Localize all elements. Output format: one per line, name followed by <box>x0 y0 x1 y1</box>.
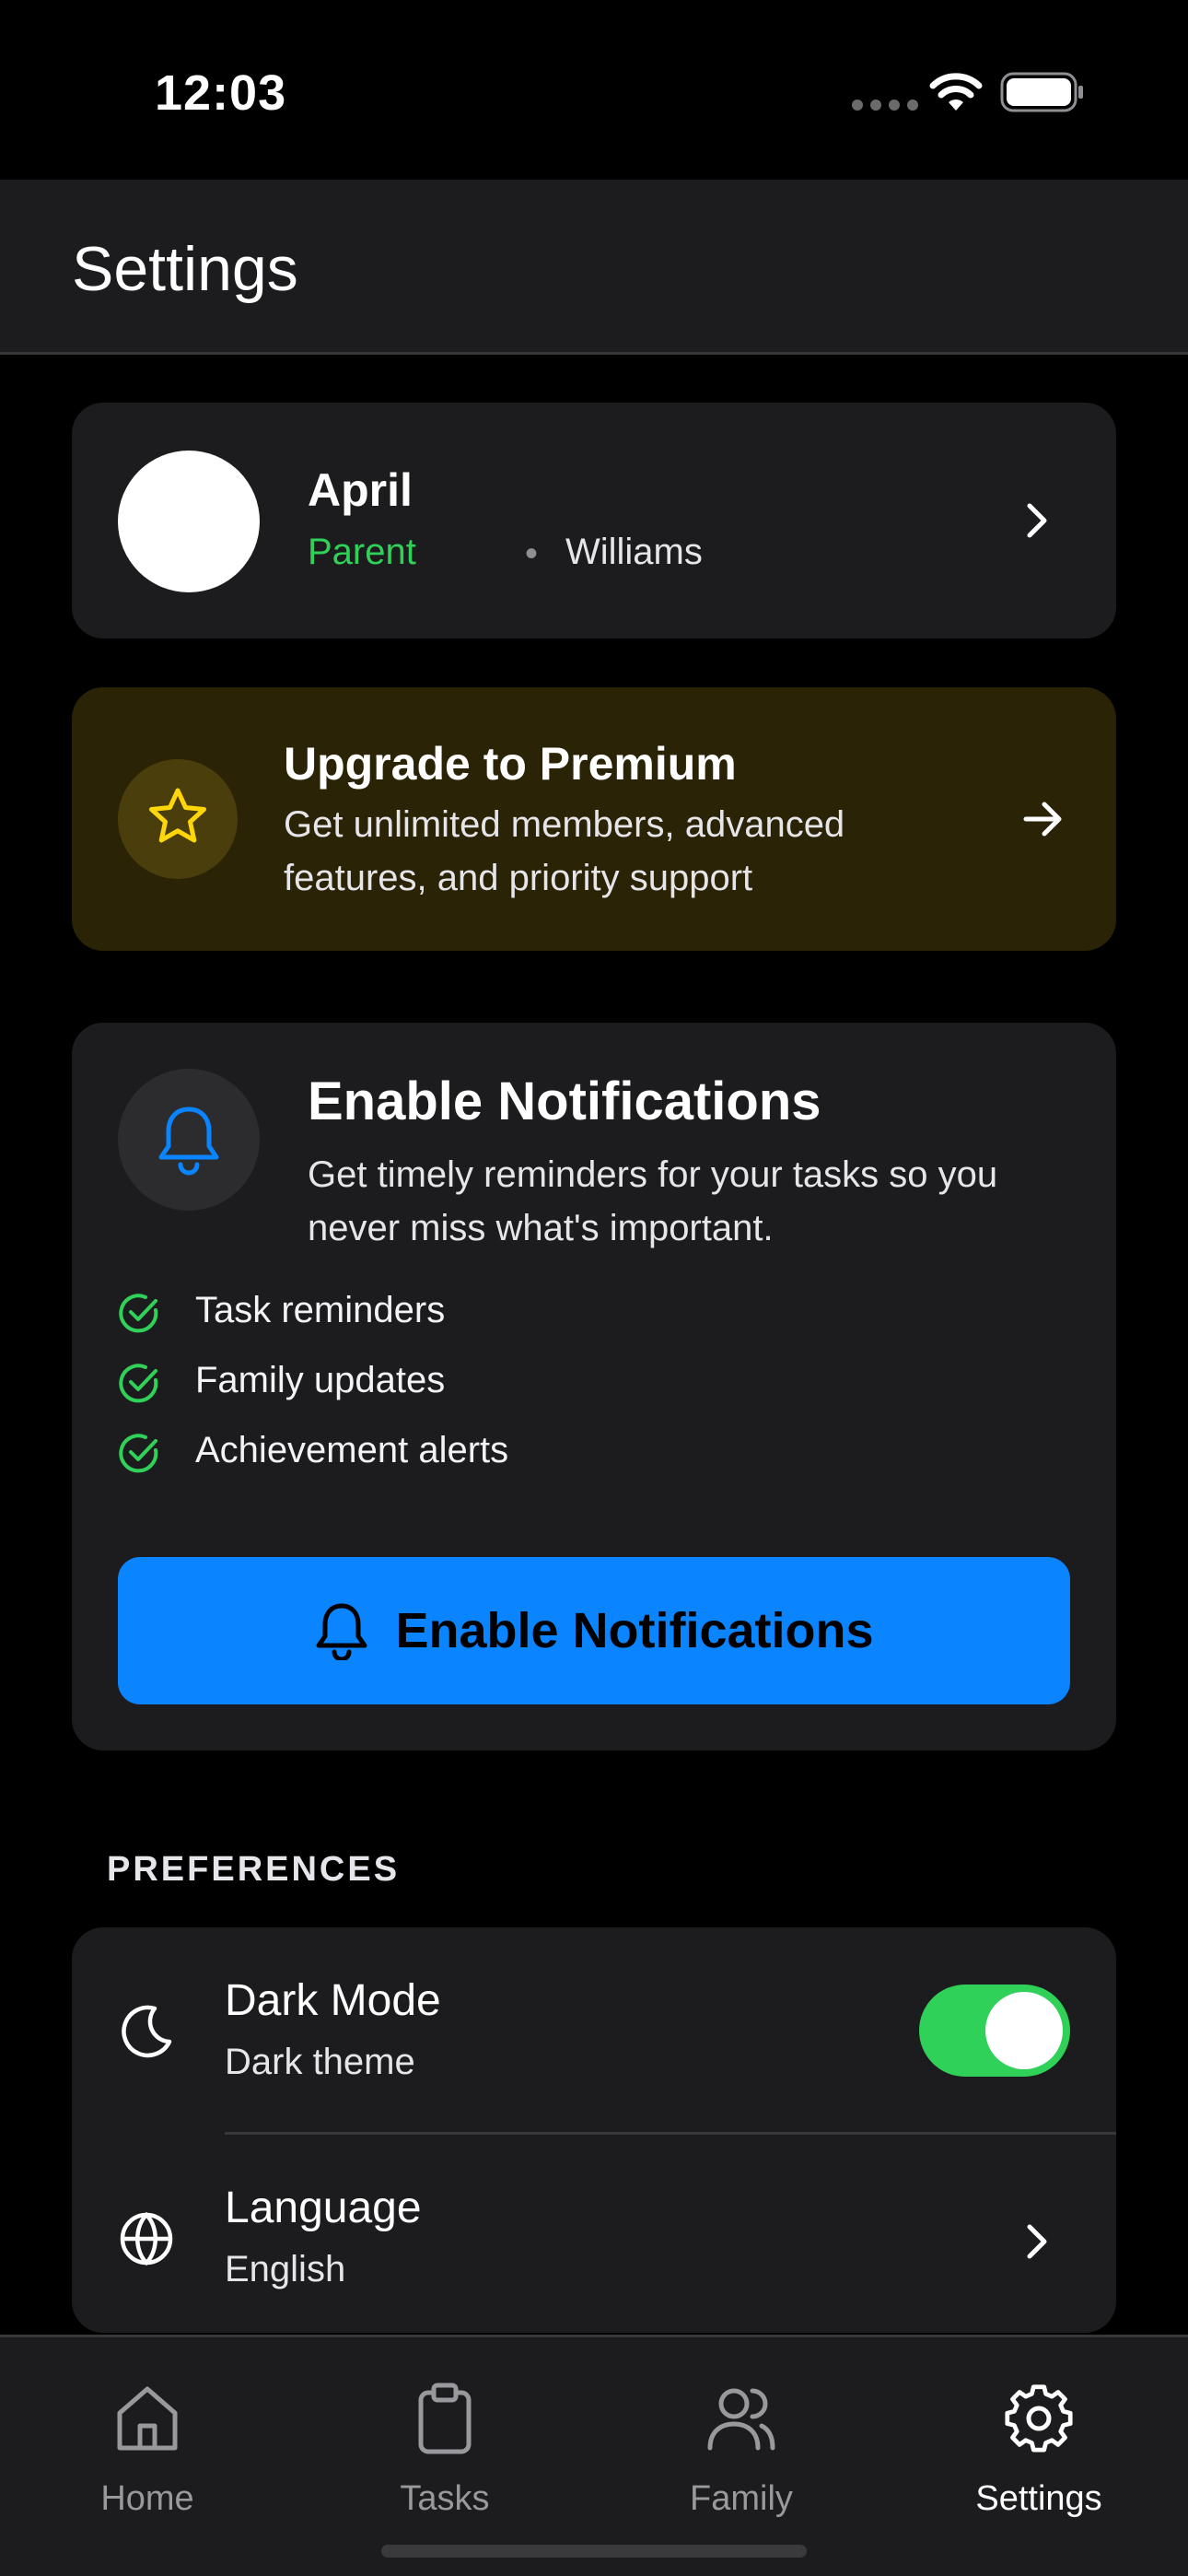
chevron-right-icon <box>1027 2224 1047 2259</box>
profile-family-name: Williams <box>565 532 703 572</box>
profile-card[interactable]: April Parent • Williams <box>72 403 1116 638</box>
dark-mode-subtitle: Dark theme <box>225 2042 415 2082</box>
enable-notifications-card: Enable Notifications Get timely reminder… <box>72 1023 1116 1751</box>
nav-header: Settings <box>0 180 1188 355</box>
users-icon <box>707 2388 775 2451</box>
tab-label: Tasks <box>400 2479 490 2518</box>
globe-icon <box>120 2211 173 2266</box>
battery-icon <box>1000 72 1083 112</box>
wifi-icon <box>929 73 983 111</box>
home-icon <box>117 2386 178 2451</box>
cellular-signal-icon <box>852 100 918 111</box>
preferences-card: Dark Mode Dark theme Language English <box>72 1927 1116 2333</box>
bell-icon <box>316 1603 367 1660</box>
language-title: Language <box>225 2184 422 2232</box>
enable-notifications-label: Enable Notifications <box>395 1603 874 1658</box>
feature-label: Family updates <box>195 1360 446 1400</box>
feature-label: Achievement alerts <box>195 1430 509 1470</box>
check-circle-icon <box>119 1364 158 1403</box>
check-circle-icon <box>119 1294 158 1333</box>
dark-mode-toggle[interactable] <box>919 1985 1070 2077</box>
language-row[interactable]: Language English <box>72 2135 1116 2341</box>
tab-settings[interactable]: Settings <box>928 2382 1149 2518</box>
dark-mode-row[interactable]: Dark Mode Dark theme <box>72 1927 1116 2135</box>
dark-mode-title: Dark Mode <box>225 1976 441 2025</box>
bell-icon <box>158 1107 219 1176</box>
feature-label: Task reminders <box>195 1290 446 1330</box>
language-subtitle: English <box>225 2249 346 2289</box>
arrow-right-icon <box>1023 802 1062 837</box>
notification-badge <box>118 1069 260 1211</box>
profile-name: April <box>308 464 413 516</box>
chevron-right-icon <box>1027 503 1047 538</box>
premium-description: Get unlimited members, advanced features… <box>284 804 845 898</box>
tab-label: Family <box>690 2479 793 2518</box>
star-icon <box>149 788 206 843</box>
avatar <box>118 451 260 592</box>
tab-label: Home <box>100 2479 194 2518</box>
toggle-knob <box>985 1992 1063 2069</box>
status-time: 12:03 <box>155 65 287 121</box>
tab-label: Settings <box>975 2479 1102 2518</box>
profile-role: Parent <box>308 532 416 572</box>
check-circle-icon <box>119 1434 158 1473</box>
tab-home[interactable]: Home <box>37 2382 258 2518</box>
tab-family[interactable]: Family <box>631 2382 852 2518</box>
upgrade-premium-card[interactable]: Upgrade to Premium Get unlimited members… <box>72 687 1116 951</box>
section-header-preferences: PREFERENCES <box>107 1850 401 1889</box>
notifications-description: Get timely reminders for your tasks so y… <box>308 1154 998 1248</box>
clipboard-icon <box>418 2383 472 2454</box>
profile-separator: • <box>525 533 539 574</box>
tab-bar: Home Tasks Family Settings <box>0 2335 1188 2576</box>
premium-title: Upgrade to Premium <box>284 738 737 790</box>
gear-icon <box>1005 2384 1073 2453</box>
status-bar: 12:03 <box>0 0 1188 180</box>
home-indicator <box>381 2545 807 2558</box>
premium-badge <box>118 759 238 879</box>
notifications-title: Enable Notifications <box>308 1071 821 1131</box>
page-title: Settings <box>72 234 298 304</box>
moon-icon <box>122 2005 172 2058</box>
enable-notifications-button[interactable]: Enable Notifications <box>118 1557 1070 1704</box>
tab-tasks[interactable]: Tasks <box>334 2382 555 2518</box>
